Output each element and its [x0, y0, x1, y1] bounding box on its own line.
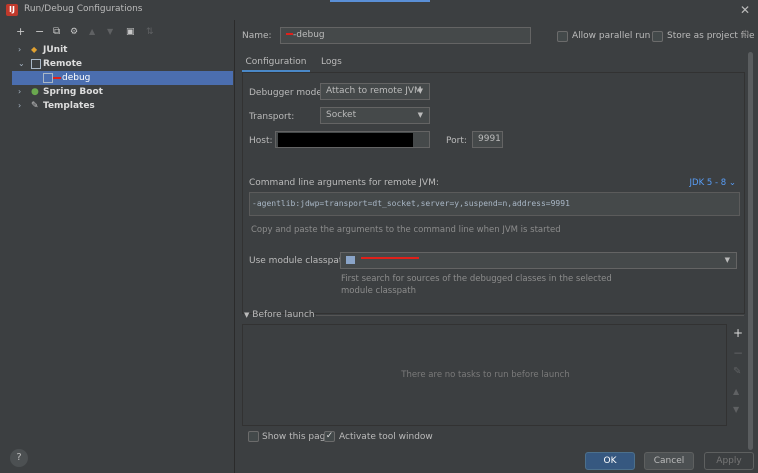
- copy-icon[interactable]: ⧉: [53, 26, 60, 38]
- jdk-link-text: JDK 5 - 8: [689, 178, 727, 188]
- wrench-icon: ✎: [31, 101, 39, 111]
- jdk-version-link[interactable]: JDK 5 - 8 ⌄: [690, 178, 736, 188]
- chevron-down-icon: ▼: [244, 311, 250, 319]
- transport-value: Socket: [326, 110, 357, 120]
- junit-icon: ◆: [31, 45, 38, 54]
- before-launch-toolbar: + − ✎ ▲ ▼: [729, 324, 747, 426]
- move-down-icon[interactable]: ▼: [107, 26, 113, 38]
- tree-item-label: JUnit: [43, 45, 68, 55]
- tab-configuration[interactable]: Configuration: [242, 52, 310, 72]
- host-label: Host:: [249, 136, 273, 146]
- name-label: Name:: [242, 31, 272, 41]
- before-launch-section: ▼ Before launch There are no tasks to ru…: [242, 310, 745, 426]
- intellij-app-icon: IJ: [6, 4, 18, 16]
- remote-config-icon: [43, 73, 53, 83]
- redaction-mark: [286, 33, 293, 35]
- module-hint-line2: module classpath: [341, 286, 416, 296]
- port-input[interactable]: 9991: [472, 131, 503, 148]
- transport-select[interactable]: Socket ▼: [320, 107, 430, 124]
- configuration-tree: › ◆ JUnit ⌄ Remote debug › ● Spring Boot…: [0, 43, 235, 113]
- edit-task-icon[interactable]: ✎: [733, 366, 741, 377]
- add-icon[interactable]: +: [16, 26, 25, 38]
- chevron-down-icon: ▼: [724, 256, 730, 264]
- move-task-down-icon[interactable]: ▼: [733, 405, 739, 414]
- cmd-args-field[interactable]: -agentlib:jdwp=transport=dt_socket,serve…: [249, 192, 740, 216]
- add-task-icon[interactable]: +: [733, 326, 743, 340]
- focus-indicator: [330, 0, 430, 2]
- before-launch-title: Before launch: [252, 310, 315, 320]
- close-icon[interactable]: ✕: [740, 3, 750, 17]
- move-up-icon[interactable]: ▲: [89, 26, 95, 38]
- cmd-args-label: Command line arguments for remote JVM:: [249, 178, 439, 188]
- chevron-right-icon[interactable]: ›: [18, 85, 21, 99]
- cancel-button[interactable]: Cancel: [644, 452, 694, 470]
- name-input[interactable]: -debug: [280, 27, 531, 44]
- dialog-footer: Show this page ✓ Activate tool window OK…: [236, 430, 758, 473]
- tree-item-junit[interactable]: › ◆ JUnit: [0, 43, 235, 57]
- apply-button[interactable]: Apply: [704, 452, 754, 470]
- folder-icon[interactable]: ▣: [126, 26, 135, 38]
- scrollbar-thumb[interactable]: [748, 52, 753, 450]
- chevron-right-icon[interactable]: ›: [18, 99, 21, 113]
- before-launch-task-list: There are no tasks to run before launch: [242, 324, 727, 426]
- tree-item-spring-boot[interactable]: › ● Spring Boot: [0, 85, 235, 99]
- name-value: -debug: [293, 30, 325, 40]
- cmd-args-hint: Copy and paste the arguments to the comm…: [251, 225, 561, 235]
- remote-icon: [31, 59, 41, 69]
- debugger-mode-value: Attach to remote JVM: [326, 86, 422, 96]
- redacted-host: [278, 133, 413, 147]
- transport-label: Transport:: [249, 112, 295, 122]
- store-as-project-checkbox[interactable]: [652, 31, 663, 42]
- ok-button[interactable]: OK: [585, 452, 635, 470]
- chevron-down-icon: ▼: [417, 111, 423, 119]
- redacted-module: [360, 257, 419, 259]
- chevron-down-icon[interactable]: ⌄: [18, 57, 25, 71]
- spring-boot-icon: ●: [31, 87, 39, 97]
- help-button[interactable]: ?: [10, 449, 28, 467]
- activate-tool-window-checkbox[interactable]: ✓: [324, 431, 335, 442]
- configurations-sidebar: + − ⧉ ⚙ ▲ ▼ ▣ ⇅ › ◆ JUnit ⌄ Remote debug…: [0, 20, 235, 473]
- module-classpath-label: Use module classpath:: [249, 256, 352, 266]
- wrench-icon[interactable]: ⚙: [70, 26, 78, 38]
- host-input[interactable]: [275, 131, 430, 148]
- module-icon: [346, 255, 355, 264]
- vertical-scrollbar[interactable]: [747, 52, 755, 452]
- redaction-mark: [53, 77, 61, 79]
- configuration-panel: Debugger mode: Attach to remote JVM ▼ Tr…: [242, 72, 745, 314]
- chevron-right-icon[interactable]: ›: [18, 43, 21, 57]
- tree-item-templates[interactable]: › ✎ Templates: [0, 99, 235, 113]
- tree-item-label: Templates: [43, 101, 95, 111]
- module-classpath-select[interactable]: ▼: [340, 252, 737, 269]
- tab-logs[interactable]: Logs: [321, 52, 342, 72]
- move-task-up-icon[interactable]: ▲: [733, 387, 739, 396]
- tree-item-label: Spring Boot: [43, 87, 103, 97]
- configuration-editor: Name: -debug Allow parallel run Store as…: [236, 20, 758, 473]
- module-hint-line1: First search for sources of the debugged…: [341, 274, 612, 284]
- tree-item-remote[interactable]: ⌄ Remote: [0, 57, 235, 71]
- sort-icon[interactable]: ⇅: [146, 26, 154, 38]
- debugger-mode-select[interactable]: Attach to remote JVM ▼: [320, 83, 430, 100]
- window-title: Run/Debug Configurations: [24, 4, 143, 14]
- tree-item-label: debug: [62, 73, 91, 83]
- show-page-checkbox[interactable]: [248, 431, 259, 442]
- chevron-down-icon: ▼: [417, 87, 423, 95]
- remove-icon[interactable]: −: [35, 26, 44, 38]
- allow-parallel-label: Allow parallel run: [572, 31, 651, 41]
- before-launch-header[interactable]: ▼ Before launch: [244, 310, 315, 320]
- debugger-mode-label: Debugger mode:: [249, 88, 325, 98]
- allow-parallel-checkbox[interactable]: [557, 31, 568, 42]
- empty-tasks-text: There are no tasks to run before launch: [401, 370, 570, 380]
- port-label: Port:: [446, 136, 467, 146]
- activate-tool-window-label: Activate tool window: [339, 432, 433, 442]
- gear-icon[interactable]: ⚙: [741, 29, 750, 40]
- divider: [316, 315, 744, 316]
- show-page-label: Show this page: [262, 432, 331, 442]
- sidebar-toolbar: + − ⧉ ⚙ ▲ ▼ ▣ ⇅: [0, 22, 235, 42]
- remove-task-icon[interactable]: −: [733, 346, 743, 360]
- title-bar: IJ Run/Debug Configurations ✕: [0, 0, 758, 20]
- tree-item-label: Remote: [43, 59, 83, 69]
- tree-item-debug[interactable]: debug: [12, 71, 233, 85]
